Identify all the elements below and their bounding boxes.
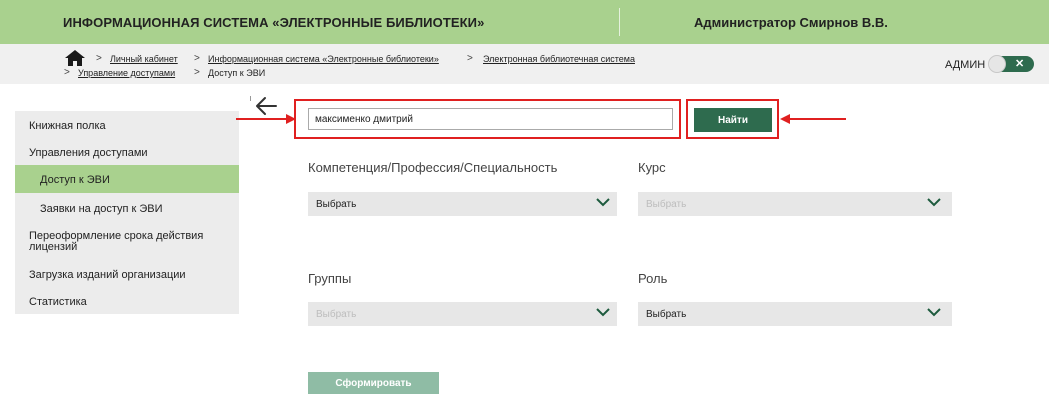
role-select-value: Выбрать [646,309,687,320]
course-select[interactable]: Выбрать [638,192,952,216]
sidebar-item-evi-requests[interactable]: Заявки на доступ к ЭВИ [15,193,239,223]
sidebar-item-evi-access[interactable]: Доступ к ЭВИ [15,165,239,193]
sidebar-item-label: Загрузка изданий организации [29,269,186,281]
chevron-down-icon [927,198,941,207]
breadcrumb-item-cabinet[interactable]: Личный кабинет [110,54,178,64]
sidebar: Книжная полка Управления доступами Досту… [15,111,239,314]
decorative-tick [250,96,251,101]
breadcrumb-separator: > [467,53,473,64]
pointer-arrow-right-head [780,114,790,124]
sidebar-item-label: Доступ к ЭВИ [40,174,110,186]
breadcrumb-item-ebs[interactable]: Электронная библиотечная система [483,54,635,64]
toggle-knob[interactable] [988,55,1006,73]
breadcrumb-separator: > [64,67,70,78]
role-label: АДМИН [945,59,986,71]
top-header: ИНФОРМАЦИОННАЯ СИСТЕМА «ЭЛЕКТРОННЫЕ БИБЛ… [0,0,1049,44]
role-filter-label: Роль [638,271,668,286]
breadcrumb-separator: > [96,53,102,64]
header-divider [619,8,620,36]
chevron-down-icon [927,308,941,317]
course-label: Курс [638,160,666,175]
generate-button[interactable]: Сформировать [308,372,439,394]
back-arrow-icon[interactable] [254,96,278,116]
breadcrumb-separator: > [194,53,200,64]
sidebar-item-label: Книжная полка [29,120,106,132]
page: ИНФОРМАЦИОННАЯ СИСТЕМА «ЭЛЕКТРОННЫЕ БИБЛ… [0,0,1049,414]
system-title: ИНФОРМАЦИОННАЯ СИСТЕМА «ЭЛЕКТРОННЫЕ БИБЛ… [63,15,485,30]
course-select-value: Выбрать [646,199,687,210]
breadcrumb-separator: > [194,67,200,78]
sidebar-item-upload-editions[interactable]: Загрузка изданий организации [15,261,239,289]
sidebar-item-label: Статистика [29,296,87,308]
user-name[interactable]: Администратор Смирнов В.В. [694,15,888,30]
close-icon[interactable]: ✕ [1015,57,1024,70]
breadcrumb-item-info-system[interactable]: Информационная система «Электронные библ… [208,54,439,64]
sidebar-item-statistics[interactable]: Статистика [15,289,239,314]
chevron-down-icon [596,198,610,207]
role-select[interactable]: Выбрать [638,302,952,326]
home-icon[interactable] [64,49,86,67]
sidebar-item-label: Управления доступами [29,147,148,159]
sidebar-item-bookshelf[interactable]: Книжная полка [15,111,239,139]
role-toggle[interactable]: ✕ [988,55,1034,73]
search-input[interactable] [308,108,673,130]
competence-select[interactable]: Выбрать [308,192,617,216]
groups-label: Группы [308,271,352,286]
sidebar-item-label: Заявки на доступ к ЭВИ [40,203,163,215]
chevron-down-icon [596,308,610,317]
breadcrumb-item-access-management[interactable]: Управление доступами [78,68,175,78]
breadcrumb: > Личный кабинет > Информационная систем… [0,44,1049,84]
competence-select-value: Выбрать [316,199,357,210]
sidebar-item-access-management[interactable]: Управления доступами [15,139,239,165]
sidebar-item-label: Переоформление срока действия лицензий [29,230,204,253]
pointer-arrow-left [236,118,288,120]
pointer-arrow-right [790,118,846,120]
groups-select-value: Выбрать [316,309,357,320]
competence-label: Компетенция/Профессия/Специальность [308,160,558,175]
breadcrumb-item-current: Доступ к ЭВИ [208,68,266,78]
groups-select[interactable]: Выбрать [308,302,617,326]
sidebar-item-license-renewal[interactable]: Переоформление срока действия лицензий [15,223,239,261]
find-button[interactable]: Найти [694,108,772,132]
pointer-arrow-left-head [286,114,296,124]
